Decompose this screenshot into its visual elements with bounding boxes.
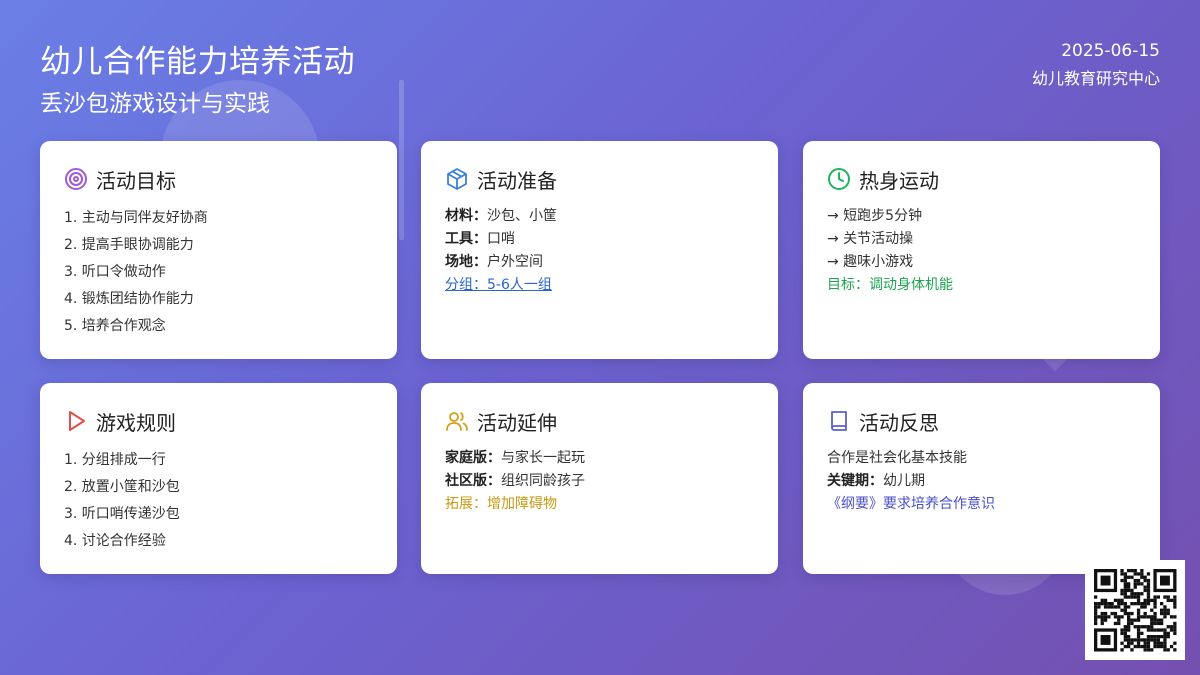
kv-value: 户外空间 <box>487 254 543 270</box>
kv-key: 场地： <box>445 254 487 270</box>
card-title: 游戏规则 <box>96 410 176 435</box>
card-header: 游戏规则 <box>64 407 373 435</box>
card-title: 热身运动 <box>859 168 939 193</box>
card-preparation: 活动准备 材料：沙包、小筐 工具：口哨 场地：户外空间 分组：5-6人一组 <box>421 141 778 359</box>
users-icon <box>445 409 469 433</box>
kv-key: 家庭版： <box>445 450 501 466</box>
kv-row: 工具：口哨 <box>445 228 754 251</box>
warmup-goal: 目标：调动身体机能 <box>827 277 953 293</box>
list-item: 5. 培养合作观念 <box>64 318 166 334</box>
header-date: 2025-06-15 <box>1061 41 1160 61</box>
target-icon <box>64 167 88 191</box>
kv-row: 关键期：幼儿期 <box>827 470 1136 493</box>
kv-key: 社区版： <box>445 473 501 489</box>
page-subtitle: 丢沙包游戏设计与实践 <box>40 91 270 117</box>
kv-value: 沙包、小筐 <box>487 208 557 224</box>
kv-row: 家庭版：与家长一起玩 <box>445 447 754 470</box>
card-title: 活动准备 <box>477 168 557 193</box>
card-header: 活动目标 <box>64 165 373 193</box>
reflection-text: 合作是社会化基本技能 <box>827 450 967 466</box>
box-icon <box>445 167 469 191</box>
kv-key: 材料： <box>445 208 487 224</box>
extension-note: 拓展：增加障碍物 <box>445 496 557 512</box>
list-item: 2. 提高手眼协调能力 <box>64 237 194 253</box>
card-title: 活动目标 <box>96 168 176 193</box>
kv-value: 与家长一起玩 <box>501 450 585 466</box>
card-extension: 活动延伸 家庭版：与家长一起玩 社区版：组织同龄孩子 拓展：增加障碍物 <box>421 383 778 574</box>
header-org: 幼儿教育研究中心 <box>1031 69 1160 88</box>
card-warmup: 热身运动 → 短跑步5分钟 → 关节活动操 → 趣味小游戏 目标：调动身体机能 <box>803 141 1160 359</box>
kv-key: 关键期： <box>827 473 883 489</box>
clock-icon <box>827 167 851 191</box>
page-title: 幼儿合作能力培养活动 <box>40 44 355 80</box>
list-item: 3. 听口令做动作 <box>64 264 166 280</box>
list-item: 4. 锻炼团结协作能力 <box>64 291 194 307</box>
card-rules: 游戏规则 1. 分组排成一行 2. 放置小筐和沙包 3. 听口哨传递沙包 4. … <box>40 383 397 574</box>
list-item: 4. 讨论合作经验 <box>64 533 166 549</box>
card-goals: 活动目标 1. 主动与同伴友好协商 2. 提高手眼协调能力 3. 听口令做动作 … <box>40 141 397 359</box>
grouping-link[interactable]: 分组：5-6人一组 <box>445 277 552 293</box>
card-header: 热身运动 <box>827 165 1136 193</box>
play-icon <box>64 409 88 433</box>
decorative-bar <box>399 80 404 240</box>
card-header: 活动延伸 <box>445 407 754 435</box>
book-icon <box>827 409 851 433</box>
kv-row: 社区版：组织同龄孩子 <box>445 470 754 493</box>
list-item: 1. 分组排成一行 <box>64 452 166 468</box>
card-header: 活动准备 <box>445 165 754 193</box>
qr-code-icon[interactable] <box>1085 560 1185 660</box>
card-reflection: 活动反思 合作是社会化基本技能 关键期：幼儿期 《纲要》要求培养合作意识 <box>803 383 1160 574</box>
list-item: 3. 听口哨传递沙包 <box>64 506 180 522</box>
kv-value: 幼儿期 <box>883 473 925 489</box>
list-item: → 短跑步5分钟 <box>827 208 923 224</box>
card-title: 活动延伸 <box>477 410 557 435</box>
kv-row: 材料：沙包、小筐 <box>445 205 754 228</box>
qr-code-graphic <box>1094 569 1177 652</box>
list-item: 2. 放置小筐和沙包 <box>64 479 180 495</box>
list-item: → 关节活动操 <box>827 231 914 247</box>
kv-row: 场地：户外空间 <box>445 251 754 274</box>
card-title: 活动反思 <box>859 410 939 435</box>
kv-value: 组织同龄孩子 <box>501 473 585 489</box>
kv-key: 工具： <box>445 231 487 247</box>
list-item: 1. 主动与同伴友好协商 <box>64 210 208 226</box>
list-item: → 趣味小游戏 <box>827 254 914 270</box>
reflection-note: 《纲要》要求培养合作意识 <box>827 496 995 512</box>
kv-value: 口哨 <box>487 231 515 247</box>
card-header: 活动反思 <box>827 407 1136 435</box>
